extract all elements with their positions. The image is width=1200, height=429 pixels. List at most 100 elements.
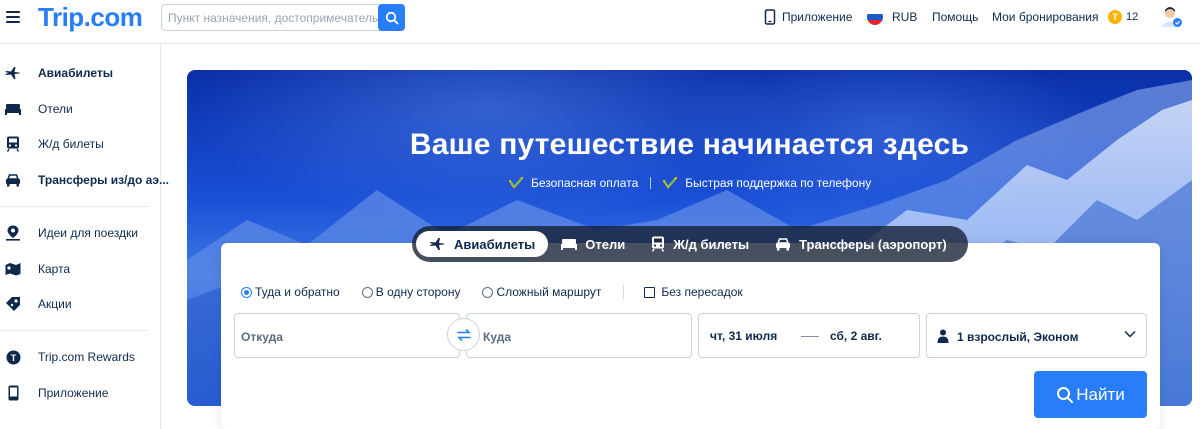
bed-icon xyxy=(5,101,21,117)
rewards-icon: T xyxy=(5,349,21,365)
trip-type-oneway[interactable]: В одну сторону xyxy=(361,285,461,299)
search-submit-label: Найти xyxy=(1076,384,1125,404)
safe-payment-label: Безопасная оплата xyxy=(531,176,639,190)
shield-check-icon xyxy=(663,177,678,189)
trip-type-label: Сложный маршрут xyxy=(496,285,602,299)
passengers-field[interactable]: 1 взрослый, Эконом xyxy=(926,313,1147,358)
sidebar-item-label: Карта xyxy=(38,262,71,276)
train-icon xyxy=(5,136,21,152)
map-pin-icon xyxy=(5,225,21,241)
trip-type-multicity[interactable]: Сложный маршрут xyxy=(482,285,601,299)
nonstop-label: Без пересадок xyxy=(661,285,743,299)
sidebar-item-label: Отели xyxy=(38,102,73,116)
russia-flag-icon xyxy=(867,9,883,25)
sidebar-item-trip-ideas[interactable]: Идеи для поездки xyxy=(0,215,160,251)
coins-count: 12 xyxy=(1126,11,1139,23)
sidebar-item-transfers[interactable]: Трансферы из/до аэ... xyxy=(0,162,169,198)
sidebar-item-label: Акции xyxy=(38,297,72,311)
safe-payment-badge: Безопасная оплата xyxy=(509,176,638,190)
search-icon xyxy=(1056,386,1074,404)
help-link[interactable]: Помощь xyxy=(932,0,978,34)
currency-selector[interactable]: RUB xyxy=(867,0,917,34)
app-link[interactable]: Приложение xyxy=(764,0,852,34)
nonstop-option[interactable]: Без пересадок xyxy=(644,285,743,299)
car-icon xyxy=(775,237,791,251)
bookings-link[interactable]: Мои бронирования xyxy=(992,0,1098,34)
badge-divider xyxy=(650,177,652,189)
tab-trains[interactable]: Ж/д билеты xyxy=(638,231,762,257)
sidebar-item-rewards[interactable]: T Trip.com Rewards xyxy=(0,339,160,375)
app-link-label: Приложение xyxy=(782,10,853,24)
tab-transfers[interactable]: Трансферы (аэропорт) xyxy=(762,231,960,257)
phone-icon xyxy=(764,9,776,25)
sidebar: Авиабилеты Отели Ж/д билеты Трансферы из… xyxy=(0,45,169,429)
sidebar-item-map[interactable]: Карта xyxy=(0,251,160,287)
tab-label: Отели xyxy=(585,236,626,252)
chevron-down-icon xyxy=(1124,330,1136,338)
to-field[interactable]: Куда xyxy=(466,313,692,358)
menu-icon[interactable] xyxy=(6,11,20,25)
radio-button[interactable] xyxy=(482,286,494,298)
sidebar-item-label: Идеи для поездки xyxy=(38,226,138,240)
trip-coins[interactable]: T 12 xyxy=(1108,0,1138,34)
person-icon xyxy=(937,329,949,343)
trip-type-label: Туда и обратно xyxy=(255,285,340,299)
sidebar-item-label: Ж/д билеты xyxy=(38,137,104,151)
dates-field[interactable]: чт, 31 июля сб, 2 авг. xyxy=(698,313,920,358)
train-icon xyxy=(651,236,665,252)
trip-logo[interactable]: Trip.com xyxy=(38,2,143,33)
radio-button[interactable] xyxy=(361,286,373,298)
date-range-dash xyxy=(801,336,819,337)
top-header: Trip.com Приложение RUB Помощь Мои брони… xyxy=(0,0,1200,44)
sidebar-item-deals[interactable]: Акции xyxy=(0,286,160,322)
sidebar-item-hotels[interactable]: Отели xyxy=(0,91,160,127)
sidebar-divider xyxy=(0,330,148,331)
sidebar-item-trains[interactable]: Ж/д билеты xyxy=(0,126,160,162)
trip-type-options: Туда и обратно В одну сторону Сложный ма… xyxy=(241,285,765,299)
passengers-label: 1 взрослый, Эконом xyxy=(957,330,1079,344)
from-field[interactable]: Откуда xyxy=(234,313,460,358)
trip-type-roundtrip[interactable]: Туда и обратно xyxy=(241,285,340,299)
sidebar-item-label: Trip.com Rewards xyxy=(38,350,135,364)
sidebar-item-label: Трансферы из/до аэ... xyxy=(38,173,169,187)
sidebar-item-label: Приложение xyxy=(38,386,109,400)
user-avatar-icon[interactable] xyxy=(1158,0,1184,34)
tab-label: Авиабилеты xyxy=(454,236,536,252)
sidebar-item-flights[interactable]: Авиабилеты xyxy=(0,55,160,91)
swap-icon xyxy=(456,328,471,341)
flight-search-card: Туда и обратно В одну сторону Сложный ма… xyxy=(221,243,1160,429)
tab-label: Ж/д билеты xyxy=(673,236,750,252)
tab-label: Трансферы (аэропорт) xyxy=(799,236,947,252)
from-placeholder: Откуда xyxy=(241,330,283,344)
tab-hotels[interactable]: Отели xyxy=(548,231,638,257)
map-icon xyxy=(5,261,21,277)
plane-icon xyxy=(429,237,446,251)
phone-support-label: Быстрая поддержка по телефону xyxy=(685,176,872,190)
bed-icon xyxy=(561,238,578,250)
search-input[interactable] xyxy=(168,5,378,30)
phone-support-badge: Быстрая поддержка по телефону xyxy=(663,176,871,190)
search-icon xyxy=(385,11,398,24)
radio-button-checked[interactable] xyxy=(241,286,252,298)
hero-title: Ваше путешествие начинается здесь xyxy=(409,128,970,161)
swap-button[interactable] xyxy=(447,318,480,351)
tag-icon xyxy=(5,296,21,312)
trip-type-label: В одну сторону xyxy=(375,285,461,299)
return-date[interactable]: сб, 2 авг. xyxy=(830,329,882,343)
tab-flights[interactable]: Авиабилеты xyxy=(416,231,549,257)
phone-icon xyxy=(5,385,21,401)
svg-text:T: T xyxy=(10,353,16,363)
nonstop-checkbox[interactable] xyxy=(644,286,656,298)
sidebar-item-label: Авиабилеты xyxy=(38,66,113,80)
shield-check-icon xyxy=(509,177,523,189)
product-tabs: Авиабилеты Отели Ж/д билеты Трансферы (а… xyxy=(412,226,968,262)
sidebar-divider xyxy=(0,206,148,207)
plane-icon xyxy=(5,65,21,81)
hero-badges: Безопасная оплата Быстрая поддержка по т… xyxy=(509,176,871,190)
search-submit-button[interactable]: Найти xyxy=(1034,371,1147,418)
trip-coin-icon: T xyxy=(1108,10,1122,24)
options-divider xyxy=(623,285,625,299)
sidebar-item-app[interactable]: Приложение xyxy=(0,375,160,411)
depart-date[interactable]: чт, 31 июля xyxy=(710,329,777,343)
search-button[interactable] xyxy=(378,4,405,31)
